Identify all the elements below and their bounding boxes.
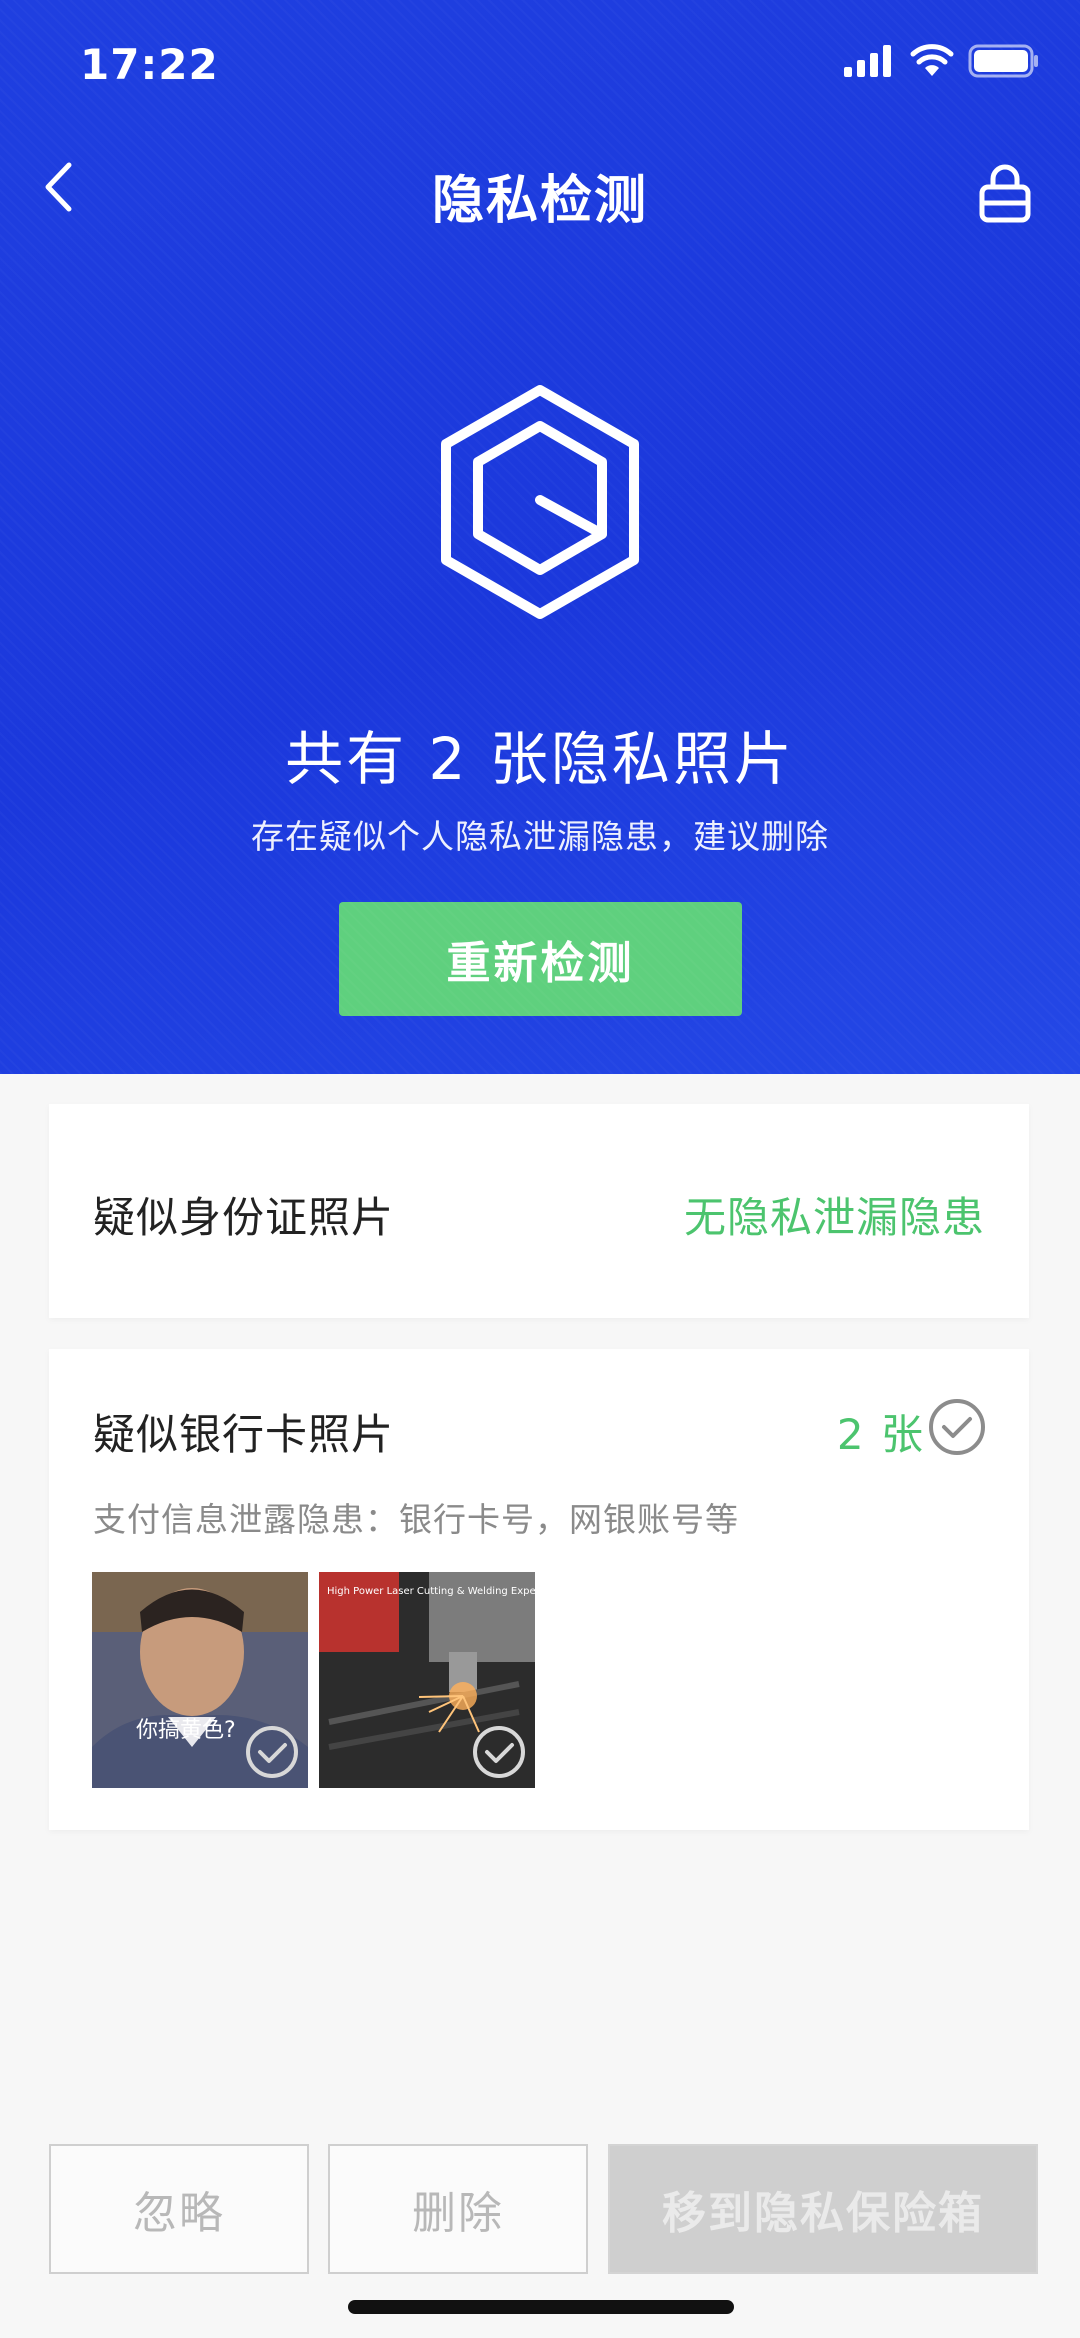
bank-card-section: 疑似银行卡照片 2 张 支付信息泄露隐患：银行卡号，网银账号等 你搞黄色? Hi… <box>49 1349 1029 1830</box>
photo-thumbnail[interactable]: High Power Laser Cutting & Welding Exper… <box>319 1572 535 1788</box>
hero-section: 17:22 隐私检测 共有 2 张隐私照片 存在疑似个人隐私泄漏隐患，建议删除 … <box>0 0 1080 1074</box>
bank-card-title: 疑似银行卡照片 <box>93 1410 395 1459</box>
nav-bar: 隐私检测 <box>0 130 1080 250</box>
bank-card-count: 2 张 <box>836 1410 925 1459</box>
check-circle-icon[interactable] <box>471 1724 527 1780</box>
battery-icon <box>968 44 1038 78</box>
lock-icon <box>979 164 1031 223</box>
select-all-check-icon[interactable] <box>927 1397 987 1457</box>
page-title: 隐私检测 <box>431 171 648 231</box>
privacy-warning-text: 存在疑似个人隐私泄漏隐患，建议删除 <box>251 817 829 856</box>
move-to-vault-button[interactable]: 移到隐私保险箱 <box>608 2144 1038 2274</box>
status-time: 17:22 <box>80 40 219 89</box>
bottom-action-bar: 忽略 删除 移到隐私保险箱 <box>0 2140 1080 2280</box>
status-bar: 17:22 <box>0 0 1080 130</box>
vault-lock-button[interactable] <box>972 158 1038 228</box>
thumbnail-caption: High Power Laser Cutting & Welding Exper… <box>327 1586 535 1597</box>
rescan-button[interactable]: 重新检测 <box>339 902 742 1016</box>
photo-thumbnail[interactable]: 你搞黄色? <box>92 1572 308 1788</box>
hexagon-logo-icon <box>441 385 639 619</box>
signal-icon <box>844 45 891 77</box>
check-circle-icon[interactable] <box>244 1724 300 1780</box>
id-card-title: 疑似身份证照片 <box>93 1193 395 1242</box>
id-card-status: 无隐私泄漏隐患 <box>683 1193 985 1242</box>
status-icons <box>844 44 1040 78</box>
ignore-button[interactable]: 忽略 <box>49 2144 309 2274</box>
home-indicator[interactable] <box>348 2300 734 2314</box>
thumbnail-caption: 你搞黄色? <box>136 1718 236 1743</box>
wifi-icon <box>910 44 954 76</box>
privacy-photo-count: 共有 2 张隐私照片 <box>285 725 795 793</box>
id-card-section[interactable]: 疑似身份证照片 无隐私泄漏隐患 <box>49 1104 1029 1318</box>
bank-card-description: 支付信息泄露隐患：银行卡号，网银账号等 <box>93 1500 739 1539</box>
delete-button[interactable]: 删除 <box>328 2144 588 2274</box>
